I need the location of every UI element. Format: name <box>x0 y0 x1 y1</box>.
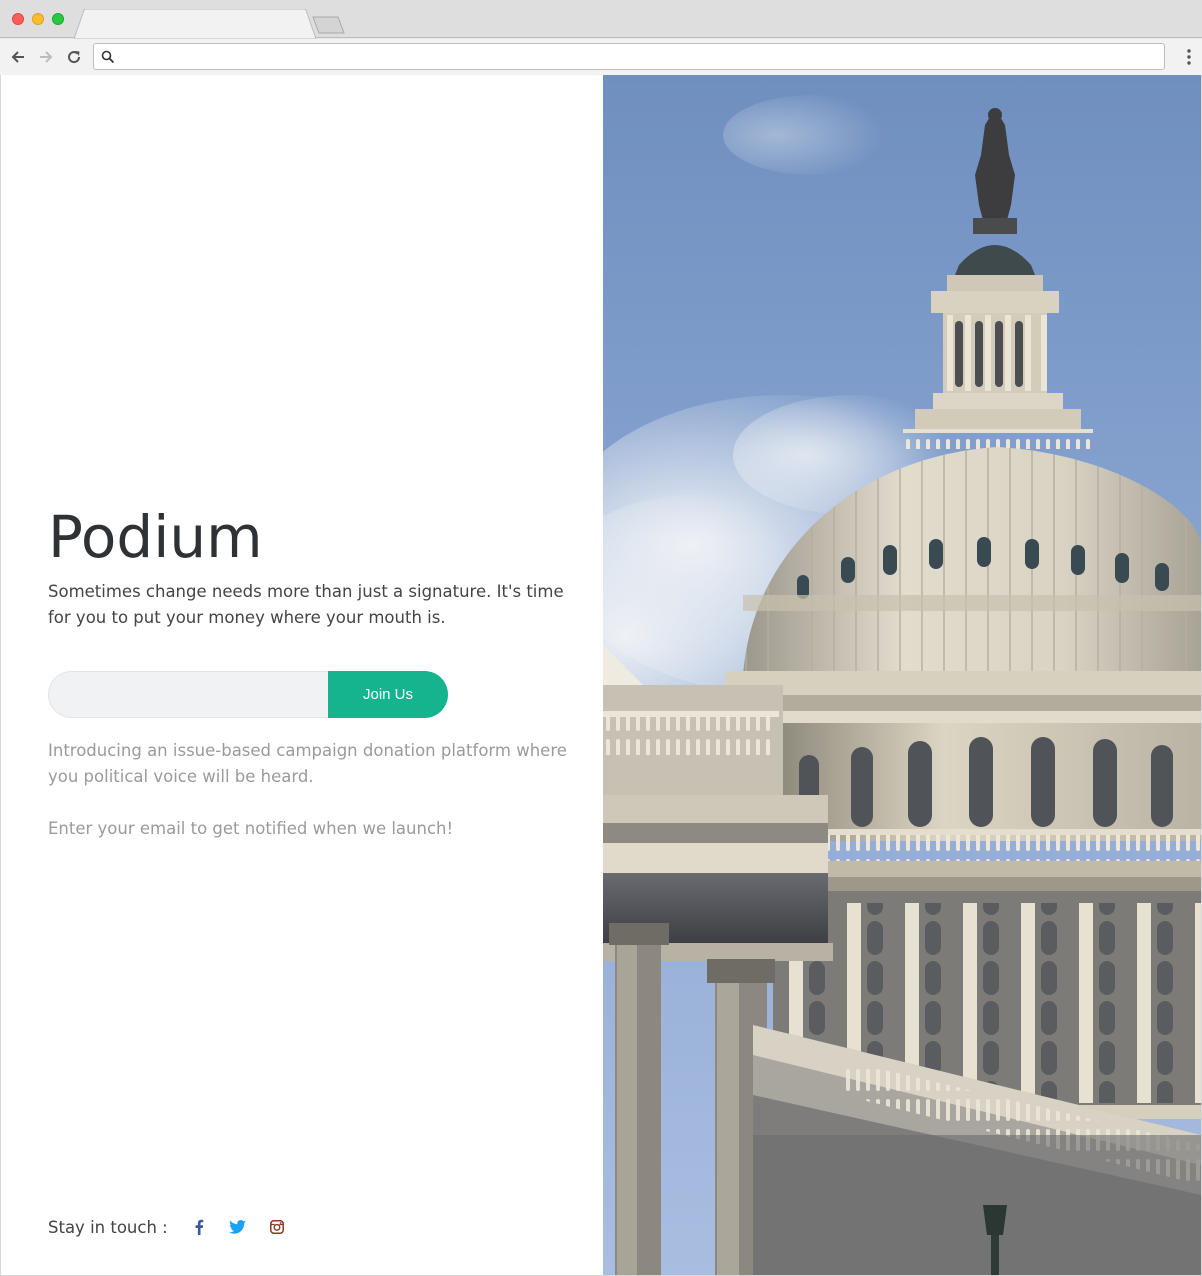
facebook-icon <box>195 1219 204 1235</box>
magnifier-icon <box>101 50 115 64</box>
close-window-button[interactable] <box>12 13 24 25</box>
instagram-link[interactable] <box>268 1218 286 1236</box>
minimize-window-button[interactable] <box>32 13 44 25</box>
page-viewport: Podium Sometimes change needs more than … <box>0 75 1202 1276</box>
maximize-window-button[interactable] <box>52 13 64 25</box>
forward-button[interactable] <box>36 47 56 67</box>
facebook-link[interactable] <box>190 1218 208 1236</box>
kebab-menu-icon[interactable] <box>1186 48 1192 66</box>
browser-toolbar <box>0 39 1202 75</box>
browser-window-chrome <box>0 0 1202 75</box>
twitter-icon <box>229 1220 247 1234</box>
tab-strip <box>0 0 1202 39</box>
arrow-right-icon <box>40 51 53 63</box>
instagram-icon <box>269 1220 284 1234</box>
browser-tab-active[interactable] <box>74 9 316 39</box>
signup-form: Join Us <box>48 671 448 718</box>
content-panel: Podium Sometimes change needs more than … <box>1 75 603 1275</box>
email-field[interactable] <box>48 671 338 718</box>
hero-image-panel <box>603 75 1201 1275</box>
page-title: Podium <box>48 503 263 571</box>
tagline: Sometimes change needs more than just a … <box>48 582 564 627</box>
back-button[interactable] <box>8 47 28 67</box>
twitter-link[interactable] <box>229 1218 247 1236</box>
capitol-dome-photo <box>603 75 1201 1275</box>
intro-text: Introducing an issue-based campaign dona… <box>48 741 567 786</box>
join-us-button[interactable]: Join Us <box>328 671 448 718</box>
notify-text: Enter your email to get notified when we… <box>48 819 454 838</box>
address-bar[interactable] <box>93 43 1165 70</box>
social-label: Stay in touch : <box>48 1217 168 1237</box>
reload-button[interactable] <box>64 47 84 67</box>
new-tab-icon[interactable] <box>310 16 348 34</box>
reload-icon <box>68 51 81 64</box>
social-links: Stay in touch : <box>48 1215 307 1239</box>
arrow-left-icon <box>11 51 24 63</box>
